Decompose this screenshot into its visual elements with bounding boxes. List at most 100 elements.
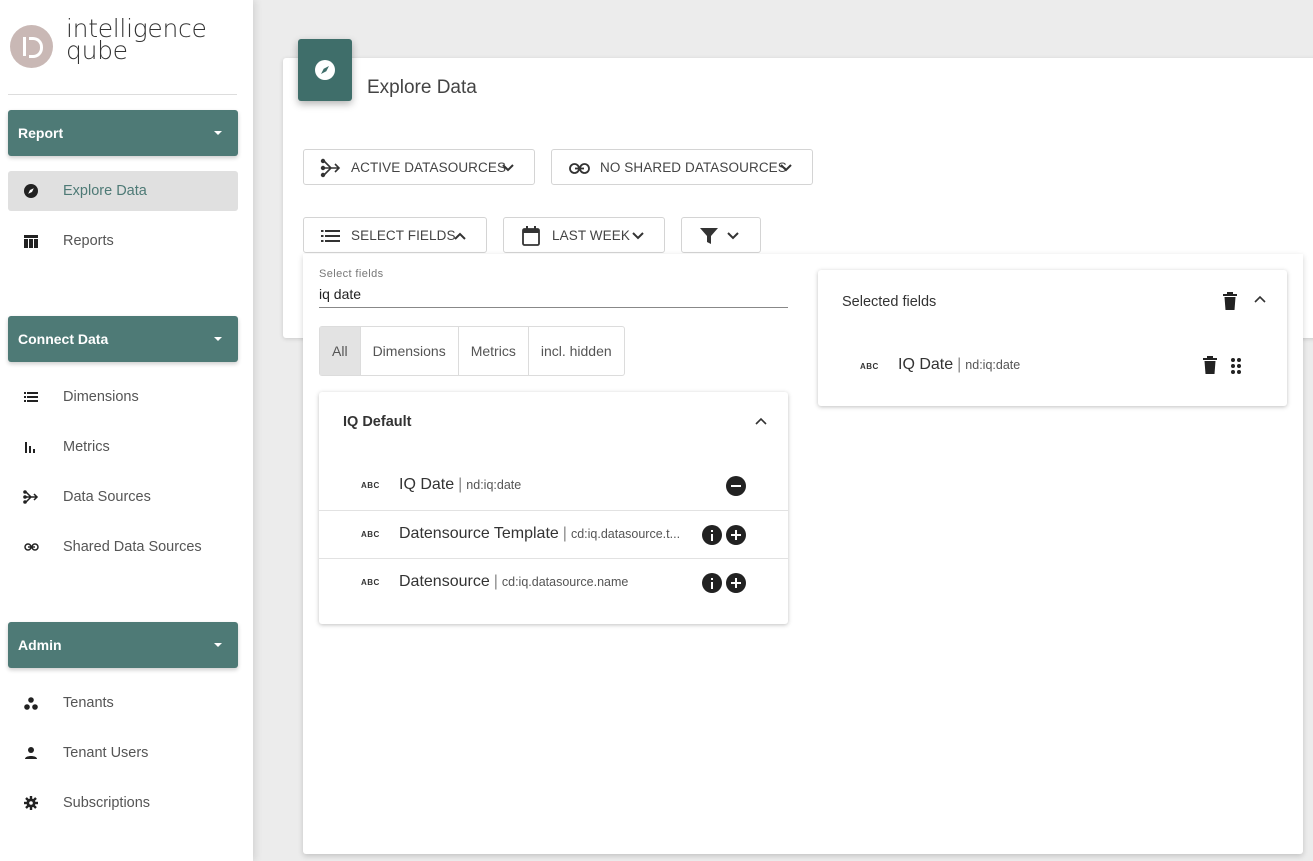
compass-icon (23, 183, 39, 199)
field-label: Datensource | cd:iq.datasource.name (399, 573, 628, 591)
field-code: cd:iq.datasource.name (501, 575, 629, 589)
section-admin[interactable]: Admin (8, 622, 238, 668)
sidebar-item-label: Tenant Users (63, 745, 149, 761)
tab-dimensions[interactable]: Dimensions (361, 327, 459, 375)
sidebar-item-dimensions[interactable]: Dimensions (8, 377, 238, 417)
search-underline (319, 307, 788, 308)
logo-line2: qube (66, 36, 128, 65)
compass-icon (298, 39, 352, 101)
field-code: nd:iq:date (965, 358, 1021, 372)
field-picker-panel: Select fields iq date All Dimensions Met… (303, 254, 1303, 854)
trash-icon[interactable] (1223, 292, 1237, 310)
separator: | (458, 476, 463, 493)
sidebar-item-tenants[interactable]: Tenants (8, 683, 238, 723)
tab-metrics[interactable]: Metrics (459, 327, 529, 375)
date-range-button[interactable]: LAST WEEK (503, 217, 665, 253)
selected-fields-panel: Selected fields ABC IQ Date | nd:iq:date (818, 270, 1287, 406)
sidebar-item-label: Explore Data (63, 183, 147, 199)
sidebar-item-label: Tenants (63, 695, 114, 711)
link-icon (23, 539, 39, 555)
field-code: nd:iq:date (466, 478, 522, 492)
shared-datasources-label: NO SHARED DATASOURCES (600, 160, 787, 175)
gear-icon (23, 795, 39, 811)
selected-field-label: IQ Date | nd:iq:date (898, 356, 1020, 374)
section-connect-data-label: Connect Data (18, 331, 109, 347)
link-icon (568, 159, 590, 177)
sidebar-item-shared-data-sources[interactable]: Shared Data Sources (8, 527, 238, 567)
filter-icon (698, 227, 720, 245)
list-icon (23, 389, 39, 405)
active-datasources-label: ACTIVE DATASOURCES (351, 160, 507, 175)
logo[interactable]: intelligence qube (10, 16, 207, 68)
active-datasources-button[interactable]: ACTIVE DATASOURCES (303, 149, 535, 185)
divider (8, 94, 237, 95)
caret-down-icon (214, 131, 222, 135)
field-name: Datensource (399, 573, 490, 590)
sidebar-item-label: Shared Data Sources (63, 539, 202, 555)
add-field-icon[interactable] (726, 525, 746, 545)
separator: | (562, 525, 567, 542)
chevron-up-icon[interactable] (1253, 292, 1267, 306)
sidebar-item-label: Subscriptions (63, 795, 151, 811)
sidebar: intelligence qube Report Explore Data Re… (0, 0, 253, 861)
sidebar-item-tenant-users[interactable]: Tenant Users (8, 733, 238, 773)
caret-down-icon (214, 643, 222, 647)
separator: | (957, 356, 962, 373)
section-report-label: Report (18, 125, 64, 141)
filter-button[interactable] (681, 217, 761, 253)
table-icon (23, 233, 39, 249)
separator: | (493, 573, 498, 590)
chevron-down-icon (630, 228, 646, 244)
shared-datasources-button[interactable]: NO SHARED DATASOURCES (551, 149, 813, 185)
tab-all[interactable]: All (320, 327, 361, 375)
field-name: IQ Date (898, 356, 954, 373)
caret-down-icon (214, 337, 222, 341)
select-fields-label: SELECT FIELDS (351, 228, 456, 243)
sidebar-item-explore-data[interactable]: Explore Data (8, 171, 238, 211)
person-icon (23, 745, 39, 761)
bar-chart-icon (23, 439, 39, 455)
text-type-icon: ABC (361, 481, 380, 490)
list-icon (320, 227, 342, 245)
chevron-up-icon[interactable] (754, 414, 768, 428)
field-name: IQ Date (399, 476, 455, 493)
chevron-down-icon (725, 228, 741, 244)
field-code: cd:iq.datasource.t... (570, 527, 681, 541)
section-admin-label: Admin (18, 637, 62, 653)
sidebar-item-label: Dimensions (63, 389, 139, 405)
section-report[interactable]: Report (8, 110, 238, 156)
date-range-label: LAST WEEK (552, 228, 630, 243)
select-fields-button[interactable]: SELECT FIELDS (303, 217, 487, 253)
sidebar-item-data-sources[interactable]: Data Sources (8, 477, 238, 517)
drag-handle-icon[interactable] (1231, 358, 1241, 374)
logo-mark-icon (10, 25, 53, 68)
merge-arrow-icon (320, 158, 342, 178)
chevron-down-icon (500, 160, 516, 176)
sidebar-item-reports[interactable]: Reports (8, 221, 238, 261)
field-group: IQ Default ABC IQ Date | nd:iq:date ABC Da… (319, 392, 788, 624)
list-item[interactable]: ABC IQ Date | nd:iq:date (319, 462, 788, 510)
search-input[interactable]: iq date (319, 286, 361, 302)
add-field-icon[interactable] (726, 573, 746, 593)
group-dots-icon (23, 695, 39, 711)
trash-icon[interactable] (1203, 356, 1217, 374)
info-icon[interactable] (702, 573, 722, 593)
calendar-icon (520, 226, 542, 246)
tab-incl-hidden[interactable]: incl. hidden (529, 327, 624, 375)
field-name: Datensource Template (399, 525, 559, 542)
info-icon[interactable] (702, 525, 722, 545)
page-title: Explore Data (367, 77, 477, 98)
sidebar-item-label: Reports (63, 233, 114, 249)
chevron-up-icon (452, 228, 468, 244)
text-type-icon: ABC (361, 530, 380, 539)
field-label: IQ Date | nd:iq:date (399, 476, 521, 494)
sidebar-item-subscriptions[interactable]: Subscriptions (8, 783, 238, 823)
section-connect-data[interactable]: Connect Data (8, 316, 238, 362)
list-item[interactable]: ABC Datensource Template | cd:iq.datasourc… (319, 510, 788, 558)
sidebar-item-label: Metrics (63, 439, 110, 455)
sidebar-item-metrics[interactable]: Metrics (8, 427, 238, 467)
remove-field-icon[interactable] (726, 476, 746, 496)
list-item[interactable]: ABC Datensource | cd:iq.datasource.name (319, 558, 788, 606)
text-type-icon: ABC (361, 578, 380, 587)
sidebar-item-label: Data Sources (63, 489, 151, 505)
